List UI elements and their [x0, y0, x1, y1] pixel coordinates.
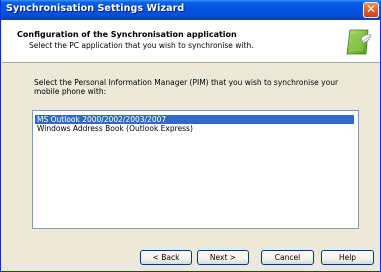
wizard-window: Synchronisation Settings Wizard ✕ Config…	[0, 0, 381, 272]
page-subtitle: Select the PC application that you wish …	[29, 41, 254, 50]
pim-listbox[interactable]: MS Outlook 2000/2002/2003/2007 Windows A…	[32, 110, 359, 229]
wizard-header: Configuration of the Synchronisation app…	[2, 20, 380, 63]
cancel-button[interactable]: Cancel	[261, 250, 314, 265]
help-button[interactable]: Help	[321, 250, 374, 265]
close-icon: ✕	[365, 2, 377, 16]
window-title: Synchronisation Settings Wizard	[6, 3, 185, 14]
page-title: Configuration of the Synchronisation app…	[17, 30, 237, 39]
close-button[interactable]: ✕	[363, 2, 379, 18]
sync-wizard-icon	[346, 29, 372, 55]
instruction-text: Select the Personal Information Manager …	[34, 78, 339, 96]
list-item[interactable]: MS Outlook 2000/2002/2003/2007	[35, 115, 354, 124]
next-button[interactable]: Next >	[197, 250, 249, 265]
title-bar[interactable]: Synchronisation Settings Wizard ✕	[1, 0, 381, 20]
back-button[interactable]: < Back	[140, 250, 192, 265]
list-item[interactable]: Windows Address Book (Outlook Express)	[35, 124, 195, 133]
